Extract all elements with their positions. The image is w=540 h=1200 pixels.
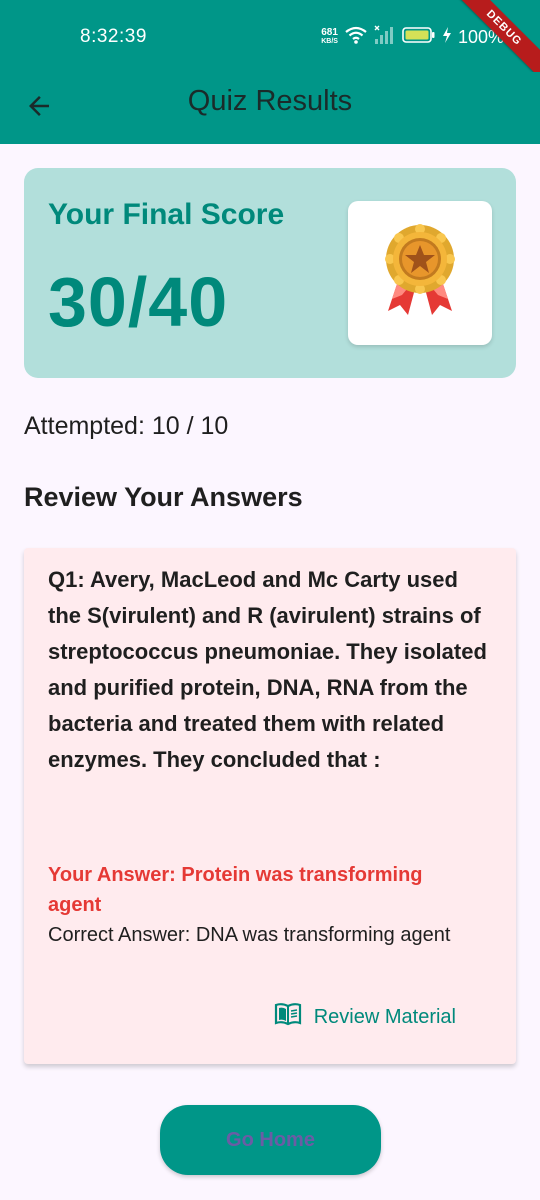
review-material-button[interactable]: Review Material: [274, 1002, 456, 1032]
award-badge: [348, 201, 492, 345]
question-text: Q1: Avery, MacLeod and Mc Carty used the…: [48, 567, 487, 772]
charging-icon: [442, 26, 452, 49]
wifi-icon: [344, 25, 368, 50]
answer-review-card: Q1: Avery, MacLeod and Mc Carty used the…: [24, 548, 516, 1064]
menu-book-icon: [274, 1002, 302, 1032]
score-label: Your Final Score: [48, 198, 285, 231]
status-bar: 8:32:39 681 KB/S 100% DEBUG: [0, 0, 540, 85]
network-speed: 681 KB/S: [321, 28, 338, 46]
signal-icon: [374, 25, 396, 50]
attempted-count: Attempted: 10 / 10: [24, 412, 229, 440]
score-value: 30/40: [48, 263, 229, 341]
award-medal-icon: [378, 223, 462, 324]
go-home-button[interactable]: Go Home: [160, 1105, 381, 1175]
score-card: Your Final Score 30/40: [24, 168, 516, 378]
status-icons: 681 KB/S 100%: [321, 24, 504, 50]
page-title: Quiz Results: [187, 85, 353, 117]
network-speed-unit: KB/S: [321, 38, 338, 45]
network-speed-value: 681: [321, 27, 338, 38]
your-answer: Your Answer: Protein was transforming ag…: [48, 864, 423, 916]
status-time: 8:32:39: [80, 26, 147, 47]
review-material-label: Review Material: [313, 1005, 456, 1028]
review-section-title: Review Your Answers: [24, 482, 303, 512]
app-bar: Quiz Results: [0, 72, 540, 144]
correct-answer: Correct Answer: DNA was transforming age…: [48, 924, 451, 946]
battery-icon: [402, 26, 436, 49]
